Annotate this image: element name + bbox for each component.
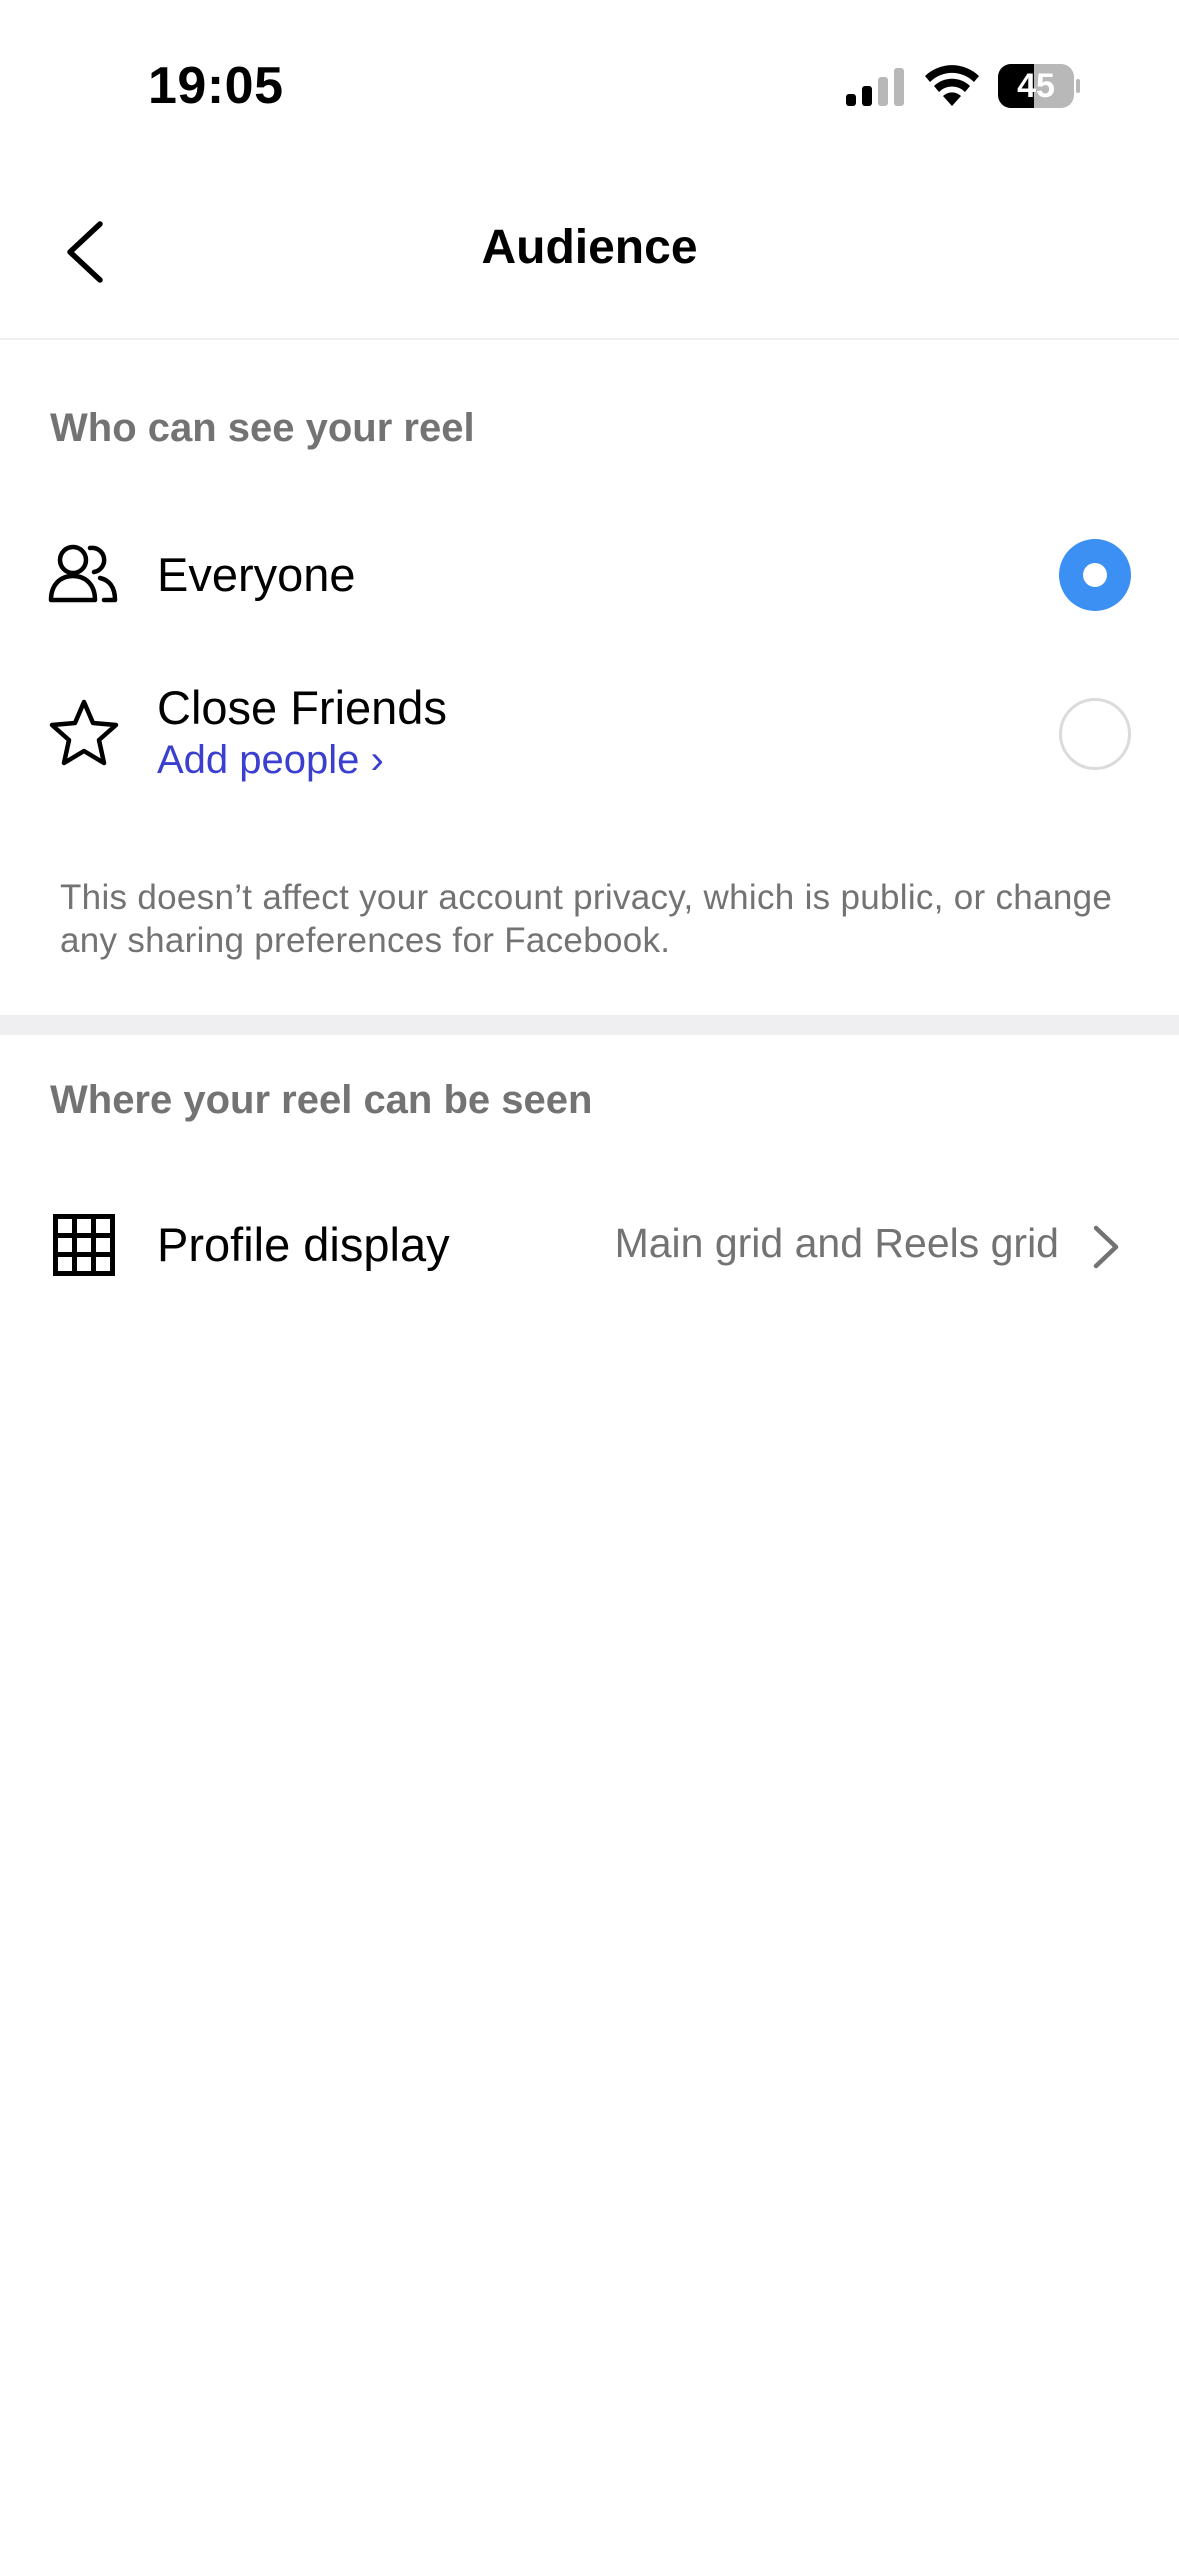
radio-close-friends[interactable] [1059,698,1131,770]
profile-display-value: Main grid and Reels grid [614,1220,1059,1266]
status-bar: 19:05 45 [0,0,1179,170]
star-icon [49,699,119,766]
wifi-icon [925,65,979,106]
signal-icon [846,68,904,106]
people-icon [48,544,118,603]
section-divider [0,1015,1179,1035]
option-close-friends[interactable]: Close Friends Add people › [0,668,1179,798]
chevron-right-icon [1093,1225,1119,1269]
nav-header: Audience [0,170,1179,340]
profile-display-label: Profile display [157,1218,450,1271]
audience-section-title: Who can see your reel [50,406,475,450]
option-everyone-label: Everyone [157,548,356,601]
battery-level: 45 [1017,67,1055,105]
option-close-friends-label: Close Friends [157,681,447,734]
privacy-note: This doesn’t affect your account privacy… [60,878,1113,960]
page-title: Audience [481,221,698,274]
grid-icon [53,1214,115,1276]
audience-screen: 19:05 45 Audience Who can see your reel [0,0,1179,2556]
status-time: 19:05 [148,57,284,115]
option-everyone[interactable]: Everyone [0,520,1179,630]
add-people-link[interactable]: Add people › [157,738,384,783]
radio-everyone-selected[interactable] [1059,539,1131,611]
visibility-section-title: Where your reel can be seen [50,1078,593,1122]
